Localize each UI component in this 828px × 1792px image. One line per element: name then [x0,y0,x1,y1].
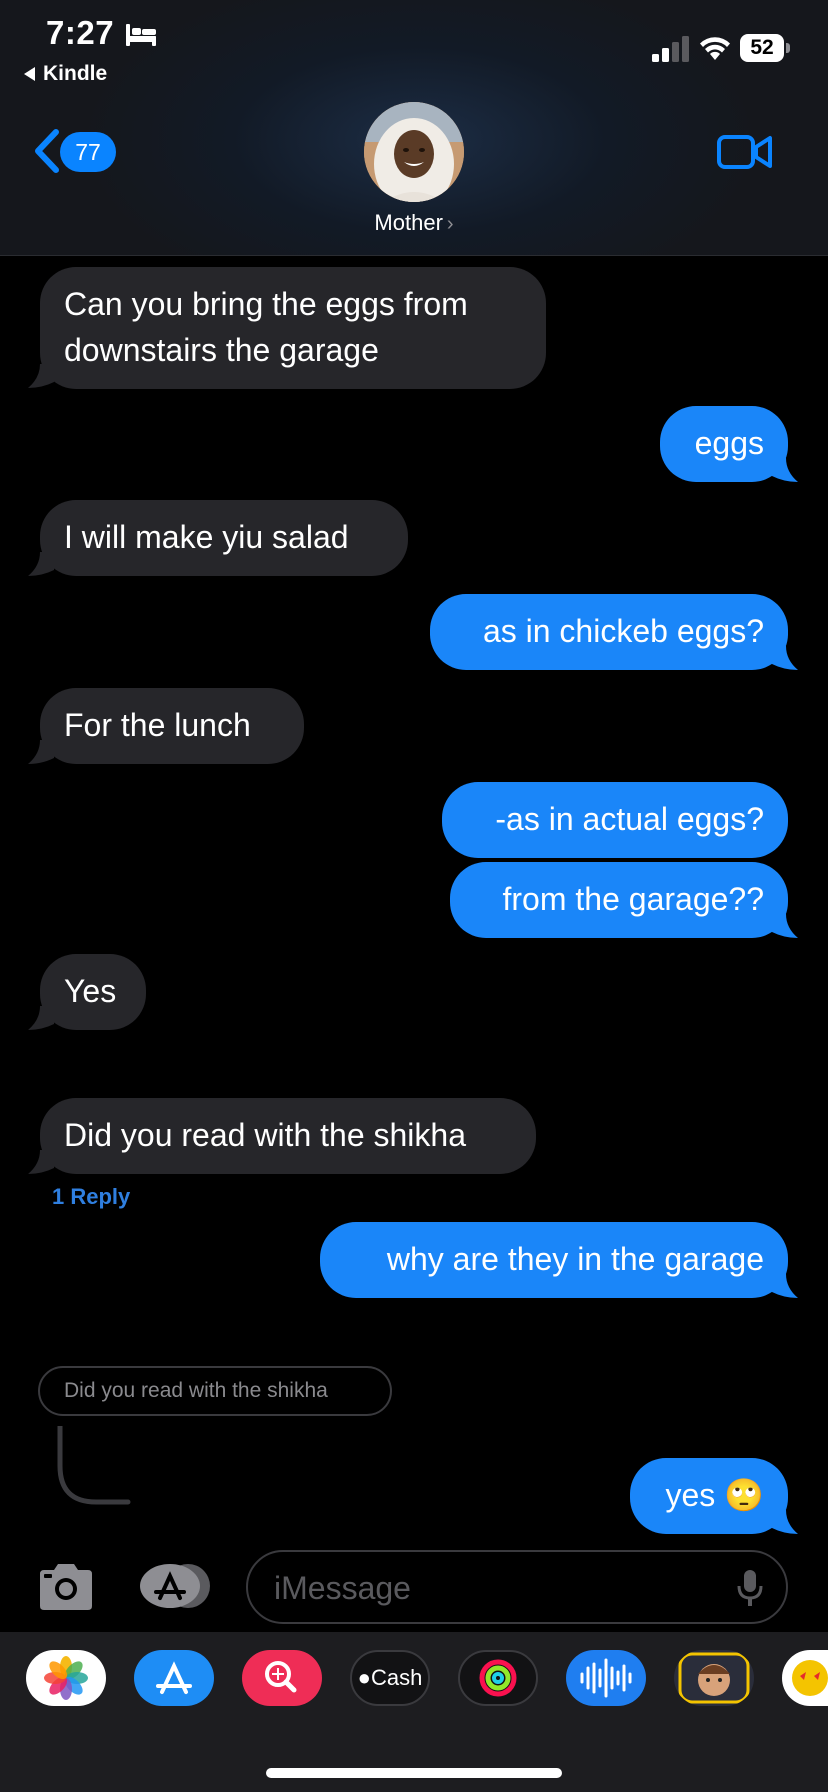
unread-count-badge[interactable]: 77 [60,132,116,172]
message-text: as in chickeb eggs? [482,613,764,649]
battery-cap [786,43,790,53]
messages-app: 7:27 Kindle 52 77 Mother › Can you bring… [0,0,828,1792]
apple-cash-icon[interactable]: ●Cash [350,1650,430,1706]
message-line: Can you bring the eggs from [64,286,468,322]
message-text: why are they in the garage [386,1241,764,1277]
photos-app-icon[interactable] [26,1650,106,1706]
memoji-icon[interactable] [674,1650,754,1706]
message-text: eggs [694,425,764,461]
outgoing-message[interactable]: eggs [660,406,788,482]
bubble-tail [772,1510,798,1534]
message-line: downstairs the garage [64,332,379,368]
back-app-label: Kindle [43,62,108,85]
apple-logo-icon: ● [357,1665,371,1690]
contact-name-button[interactable]: Mother › [0,210,828,236]
cash-label: Cash [370,1665,423,1690]
wifi-icon [700,37,730,60]
audio-message-icon[interactable] [566,1650,646,1706]
message-text: Yes [64,973,117,1009]
bubble-tail [28,1150,54,1174]
conversation-header: 7:27 Kindle 52 77 Mother › [0,0,828,256]
bubble-tail [28,364,54,388]
back-to-app-link[interactable]: Kindle [24,62,107,86]
outgoing-message[interactable]: from the garage?? [450,862,788,938]
message-text: For the lunch [64,707,251,743]
microphone-icon[interactable] [736,1568,764,1608]
activity-rings-icon[interactable] [458,1650,538,1706]
outgoing-message[interactable]: -as in actual eggs? [442,782,788,858]
message-text: from the garage?? [502,881,765,917]
incoming-message[interactable]: For the lunch [40,688,304,764]
message-input[interactable] [272,1564,716,1612]
bubble-tail [28,740,54,764]
incoming-message[interactable]: I will make yiu salad [40,500,408,576]
message-text: Did you read with the shikha [64,1117,466,1153]
imessage-app-drawer: ●Cash [0,1632,828,1792]
contact-avatar[interactable] [364,102,464,202]
battery-level: 52 [740,34,784,62]
battery-indicator: 52 [740,34,790,62]
message-text: yes 🙄 [665,1477,764,1513]
outgoing-message[interactable]: as in chickeb eggs? [430,594,788,670]
bubble-tail [28,552,54,576]
bubble-tail [772,458,798,482]
incoming-message[interactable]: Yes [40,954,146,1030]
sleep-focus-icon [126,24,156,46]
camera-icon[interactable] [36,1562,96,1612]
app-store-apps-icon[interactable] [138,1562,214,1610]
image-search-icon[interactable] [242,1650,322,1706]
incoming-message[interactable]: Did you read with the shikha [40,1098,536,1174]
bubble-tail [772,1274,798,1298]
thread-reply-link[interactable]: 1 Reply [52,1184,130,1210]
outgoing-message[interactable]: yes 🙄 [630,1458,788,1534]
app-store-icon[interactable] [134,1650,214,1706]
message-text: -as in actual eggs? [495,801,764,837]
back-triangle-icon [24,67,35,81]
quoted-message[interactable]: Did you read with the shikha [38,1366,392,1416]
incoming-message[interactable]: Can you bring the eggs from downstairs t… [40,267,546,389]
bubble-tail [28,1006,54,1030]
contact-name: Mother [374,210,443,235]
status-time: 7:27 [46,14,115,51]
bubble-tail [772,646,798,670]
message-text: I will make yiu salad [64,519,349,555]
outgoing-message[interactable]: why are they in the garage [320,1222,788,1298]
back-chevron-icon[interactable] [32,128,62,174]
video-call-icon[interactable] [716,132,774,172]
home-indicator [266,1768,562,1778]
message-input-field[interactable] [246,1550,788,1624]
reply-thread-line [57,1426,131,1505]
stickers-icon[interactable] [782,1650,828,1706]
bubble-tail [772,914,798,938]
cellular-signal-icon [652,36,689,62]
chevron-right-icon: › [446,213,454,235]
